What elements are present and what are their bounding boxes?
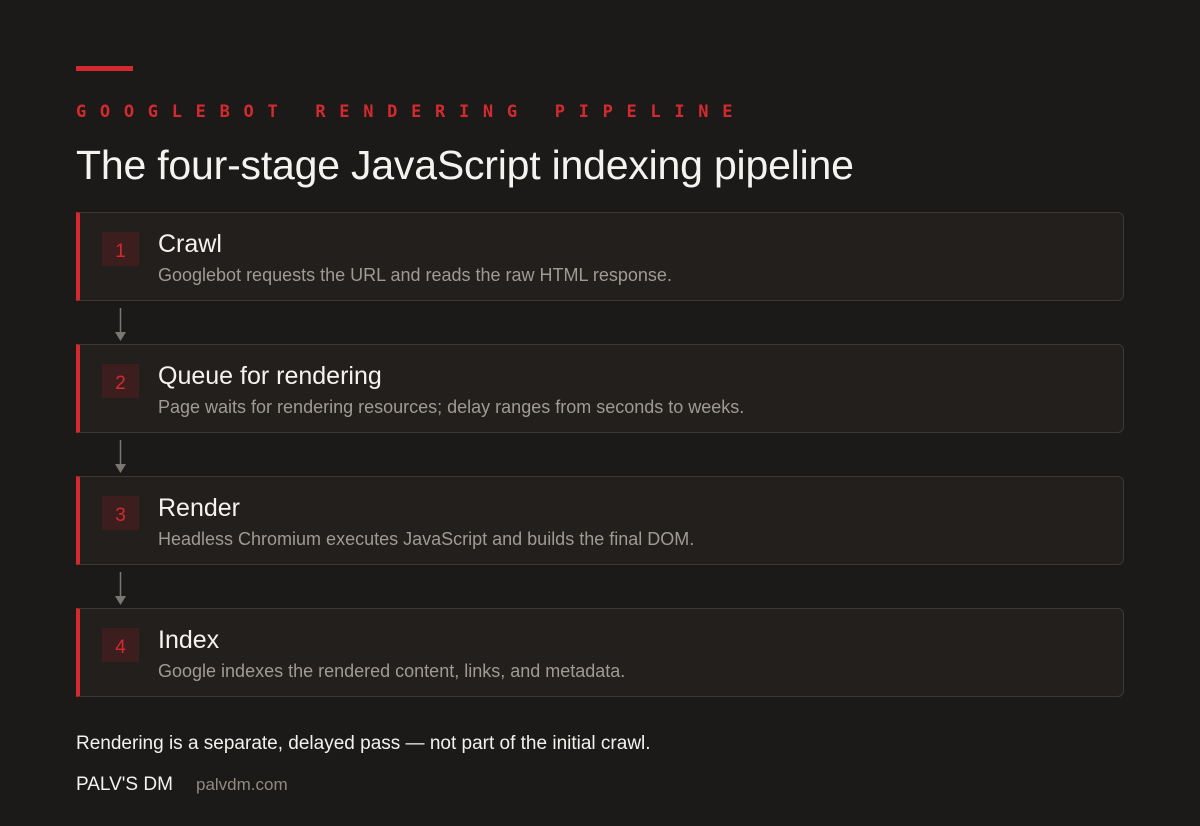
stage-title: Crawl: [158, 230, 222, 258]
stage-queue: 2 Queue for rendering Page waits for ren…: [76, 344, 1124, 433]
stage-number: 1: [102, 232, 139, 266]
stage-number: 2: [102, 364, 139, 398]
stage-number: 3: [102, 496, 139, 530]
stage-description: Googlebot requests the URL and reads the…: [158, 265, 672, 285]
footnote: Rendering is a separate, delayed pass — …: [76, 733, 651, 754]
stage-crawl: 1 Crawl Googlebot requests the URL and r…: [76, 212, 1124, 301]
brand-name: PALV'S DM: [76, 774, 173, 795]
stage-description: Google indexes the rendered content, lin…: [158, 661, 626, 681]
page-title: The four-stage JavaScript indexing pipel…: [76, 142, 854, 188]
stage-title: Render: [158, 494, 240, 522]
stage-index: 4 Index Google indexes the rendered cont…: [76, 608, 1124, 697]
down-arrow-icon: [115, 440, 126, 473]
stage-description: Page waits for rendering resources; dela…: [158, 397, 745, 417]
site-url: palvdm.com: [196, 775, 288, 794]
stage-number: 4: [102, 628, 139, 662]
eyebrow-label: GOOGLEBOT RENDERING PIPELINE: [76, 102, 747, 122]
stage-title: Queue for rendering: [158, 362, 382, 390]
stage-title: Index: [158, 626, 220, 654]
down-arrow-icon: [115, 308, 126, 341]
stage-render: 3 Render Headless Chromium executes Java…: [76, 476, 1124, 565]
stage-description: Headless Chromium executes JavaScript an…: [158, 529, 695, 549]
accent-bar: [76, 66, 133, 71]
down-arrow-icon: [115, 572, 126, 605]
